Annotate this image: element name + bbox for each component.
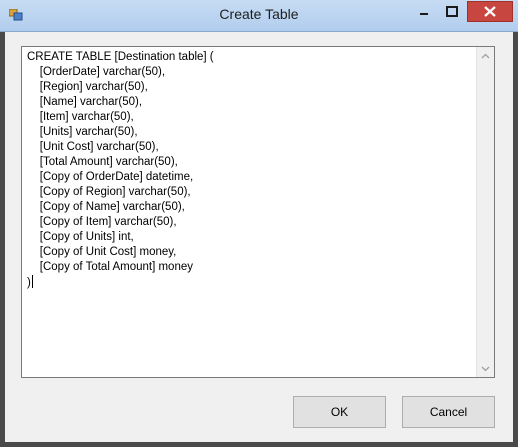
sql-line: [Copy of Name] varchar(50), xyxy=(27,201,185,213)
sql-line: [Region] varchar(50), xyxy=(27,81,148,93)
ok-button[interactable]: OK xyxy=(293,396,386,428)
minimize-button[interactable] xyxy=(411,1,437,22)
sql-line: [Copy of Total Amount] money xyxy=(27,261,193,273)
minimize-icon xyxy=(420,12,428,15)
scroll-up-button[interactable] xyxy=(477,47,494,64)
sql-line: [OrderDate] varchar(50), xyxy=(27,66,166,78)
create-table-window: Create Table CREATE TABLE [Destination t… xyxy=(0,0,518,447)
sql-line: [Units] varchar(50), xyxy=(27,126,138,138)
close-icon xyxy=(484,6,496,17)
text-caret xyxy=(31,275,33,288)
sql-line: [Name] varchar(50), xyxy=(27,96,143,108)
sql-line: [Copy of OrderDate] datetime, xyxy=(27,171,194,183)
sql-textbox[interactable]: CREATE TABLE [Destination table] ( [Orde… xyxy=(21,46,495,378)
maximize-icon xyxy=(446,6,458,17)
maximize-button[interactable] xyxy=(438,1,466,22)
sql-script[interactable]: CREATE TABLE [Destination table] ( [Orde… xyxy=(27,50,474,291)
sql-line: [Copy of Unit Cost] money, xyxy=(27,246,177,258)
chevron-down-icon xyxy=(481,366,490,371)
sql-line: [Copy of Units] int, xyxy=(27,231,134,243)
sql-line: [Unit Cost] varchar(50), xyxy=(27,141,159,153)
close-button[interactable] xyxy=(467,1,513,22)
sql-line: ) xyxy=(27,275,33,289)
sql-line: CREATE TABLE [Destination table] ( xyxy=(27,51,214,63)
sql-line: [Copy of Item] varchar(50), xyxy=(27,216,177,228)
dialog-body: CREATE TABLE [Destination table] ( [Orde… xyxy=(5,32,513,442)
scroll-down-button[interactable] xyxy=(477,360,494,377)
sql-line: [Total Amount] varchar(50), xyxy=(27,156,178,168)
cancel-button[interactable]: Cancel xyxy=(402,396,495,428)
chevron-up-icon xyxy=(481,53,490,58)
sql-line: [Copy of Region] varchar(50), xyxy=(27,186,191,198)
title-bar[interactable]: Create Table xyxy=(0,0,518,32)
vertical-scrollbar[interactable] xyxy=(476,47,494,377)
sql-line: [Item] varchar(50), xyxy=(27,111,134,123)
